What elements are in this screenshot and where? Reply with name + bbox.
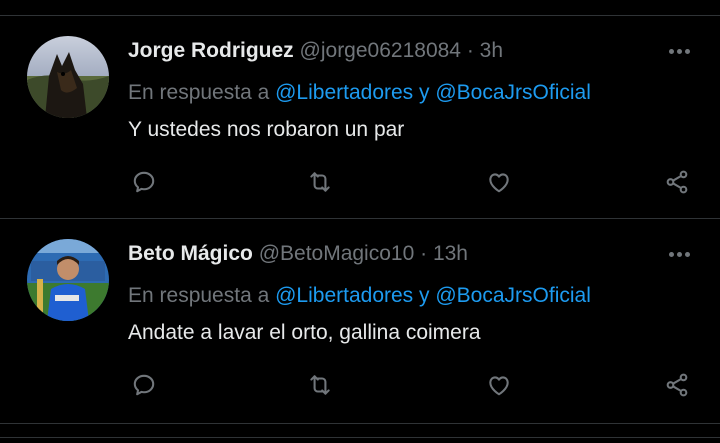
more-options-icon[interactable]: [664, 241, 694, 267]
tweet[interactable]: Jorge Rodriguez @jorge06218084 · 3h En r…: [0, 16, 720, 219]
mention-link[interactable]: @BocaJrsOficial: [435, 81, 591, 104]
share-icon[interactable]: [659, 367, 695, 403]
avatar[interactable]: [27, 36, 109, 118]
divider: [0, 437, 720, 443]
author-handle[interactable]: @jorge06218084: [300, 39, 461, 62]
tweet-feed: Jorge Rodriguez @jorge06218084 · 3h En r…: [0, 0, 720, 443]
timestamp[interactable]: 13h: [433, 242, 468, 265]
tweet[interactable]: Beto Mágico @BetoMagico10 · 13h En respu…: [0, 219, 720, 424]
mention-conjunction: y: [419, 81, 430, 104]
reply-context: En respuesta a @Libertadores y @BocaJrsO…: [128, 79, 591, 107]
tweet-header: Beto Mágico @BetoMagico10 · 13h: [128, 241, 468, 267]
heart-icon[interactable]: [481, 164, 517, 200]
mention-link[interactable]: @BocaJrsOficial: [435, 284, 591, 307]
mention-link[interactable]: @Libertadores: [275, 284, 413, 307]
heart-icon[interactable]: [481, 367, 517, 403]
action-bar: [0, 164, 720, 200]
share-icon[interactable]: [659, 164, 695, 200]
tweet-text: Andate a lavar el orto, gallina coimera: [128, 321, 481, 344]
author-handle[interactable]: @BetoMagico10: [259, 242, 415, 265]
author-name[interactable]: Beto Mágico: [128, 242, 253, 265]
more-options-icon[interactable]: [664, 38, 694, 64]
retweet-icon[interactable]: [302, 367, 338, 403]
author-name[interactable]: Jorge Rodriguez: [128, 39, 294, 62]
separator: ·: [466, 39, 474, 62]
tweet-header: Jorge Rodriguez @jorge06218084 · 3h: [128, 38, 503, 64]
reply-context: En respuesta a @Libertadores y @BocaJrsO…: [128, 282, 591, 310]
timestamp[interactable]: 3h: [480, 39, 503, 62]
action-bar: [0, 367, 720, 403]
reply-prefix: En respuesta a: [128, 284, 270, 307]
tweet-text: Y ustedes nos robaron un par: [128, 118, 405, 141]
avatar[interactable]: [27, 239, 109, 321]
mention-link[interactable]: @Libertadores: [275, 81, 413, 104]
separator: ·: [420, 242, 428, 265]
reply-icon[interactable]: [126, 164, 162, 200]
reply-prefix: En respuesta a: [128, 81, 270, 104]
reply-icon[interactable]: [126, 367, 162, 403]
divider: [0, 0, 720, 16]
retweet-icon[interactable]: [302, 164, 338, 200]
mention-conjunction: y: [419, 284, 430, 307]
